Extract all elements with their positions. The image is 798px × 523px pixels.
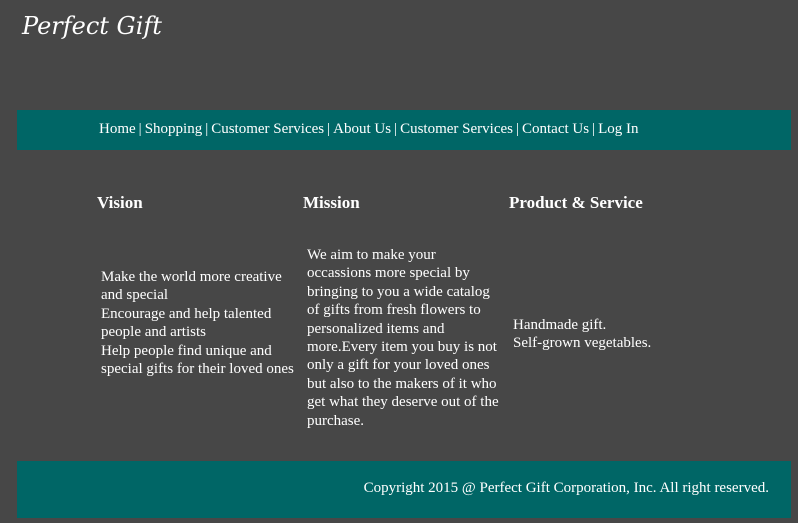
product-service-heading: Product & Service — [509, 193, 643, 212]
nav-separator: | — [394, 121, 398, 137]
product-service-line: Self-grown vegetables. — [513, 335, 652, 352]
product-service-line: Handmade gift. — [513, 317, 607, 333]
site-title: Perfect Gift — [22, 12, 162, 40]
vision-heading: Vision — [97, 193, 143, 212]
nav-link-customer-services[interactable]: Customer Services — [211, 121, 324, 137]
vision-text: Make the world more creative and special… — [101, 268, 303, 378]
nav-separator: | — [205, 121, 209, 137]
nav-separator: | — [138, 121, 142, 137]
mission-text: We aim to make your occassions more spec… — [307, 247, 499, 429]
product-service-text: Handmade gift. Self-grown vegetables. — [513, 316, 713, 353]
nav-separator: | — [327, 121, 331, 137]
mission-heading: Mission — [303, 193, 360, 212]
nav-link-home[interactable]: Home — [99, 121, 136, 137]
nav-link-shopping[interactable]: Shopping — [145, 121, 203, 137]
vision-line: Help people find unique and special gift… — [101, 342, 294, 378]
nav-link-customer-services-2[interactable]: Customer Services — [400, 121, 513, 137]
nav-link-contact-us[interactable]: Contact Us — [522, 121, 589, 137]
copyright-text: Copyright 2015 @ Perfect Gift Corporatio… — [363, 480, 769, 496]
nav-link-about-us[interactable]: About Us — [333, 121, 391, 137]
nav-separator: | — [515, 121, 519, 137]
nav-list: Home | Shopping | Customer Services | About Us… — [99, 121, 639, 138]
vision-line: Encourage and help talented people and a… — [101, 305, 272, 341]
nav-bar: Home | Shopping | Customer Services | About Us… — [17, 110, 791, 150]
nav-separator: | — [592, 121, 596, 137]
footer: Copyright 2015 @ Perfect Gift Corporatio… — [17, 461, 791, 518]
nav-link-log-in[interactable]: Log In — [598, 121, 638, 137]
vision-line: Make the world more creative and special — [101, 269, 282, 304]
